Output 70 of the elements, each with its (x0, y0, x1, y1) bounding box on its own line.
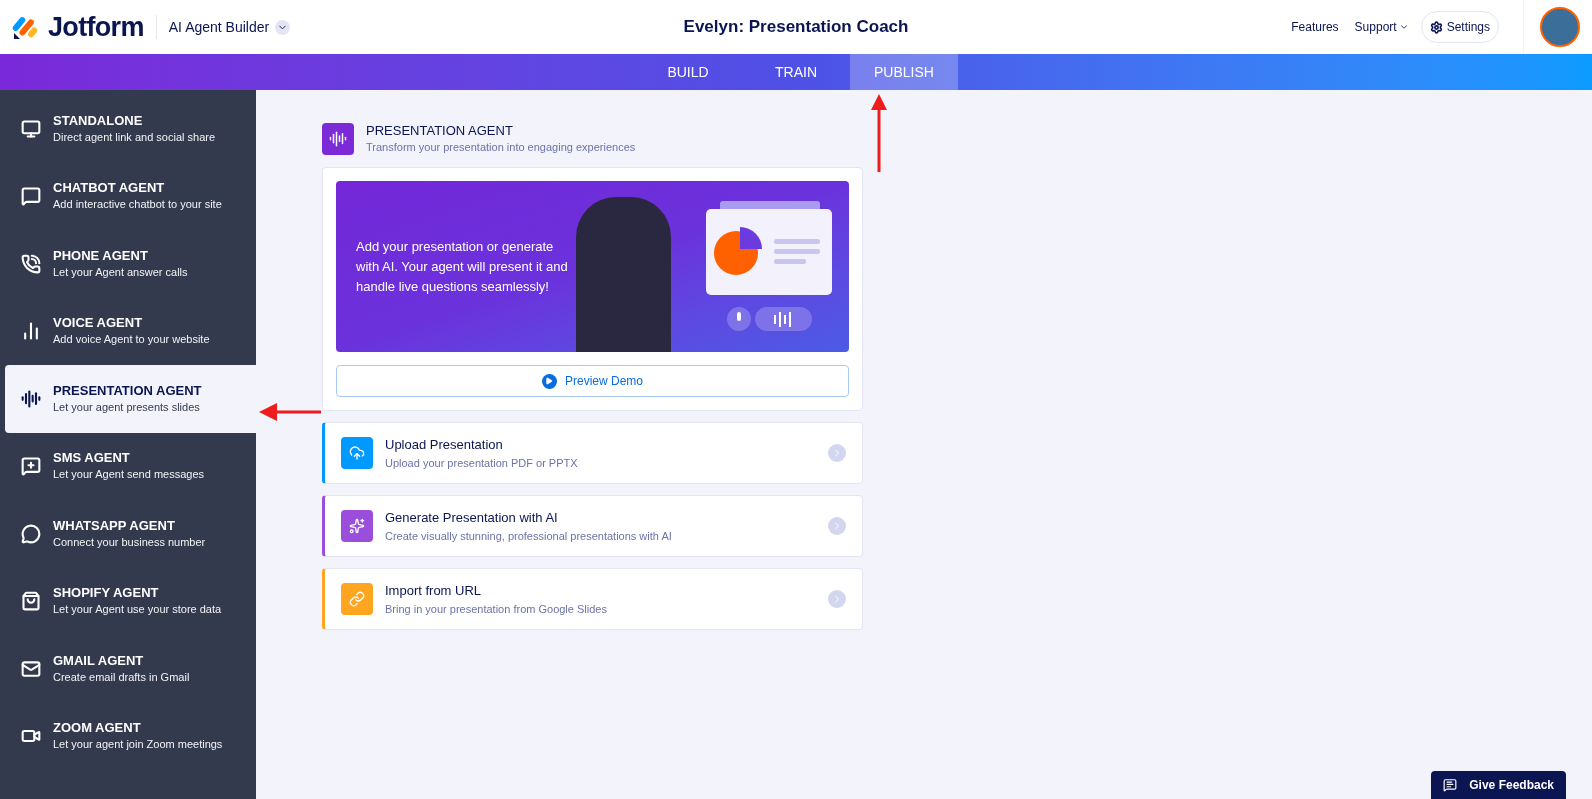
item-title: STANDALONE (53, 112, 144, 129)
audio-wave-icon (21, 388, 41, 409)
item-subtitle: Let your Agent use your store data (53, 602, 222, 618)
section-subtitle: Transform your presentation into engaging experiences (366, 140, 636, 155)
item-subtitle: Let your agent presents slides (53, 399, 201, 415)
chevron-icon (275, 19, 291, 35)
chevron-right-icon (828, 444, 846, 462)
sidebar-item[interactable]: PRESENTATION AGENT Let your agent presents slides (5, 365, 256, 433)
feedback-icon (1443, 778, 1458, 792)
nav-link[interactable]: Features (1291, 18, 1339, 36)
item-subtitle: Create email drafts in Gmail (53, 669, 190, 685)
option-subtitle: Create visually stunning, professional presentations with AI (385, 529, 673, 544)
option-card[interactable]: Import from URL Bring in your presentation from Google Slides (322, 568, 863, 630)
option-title: Generate Presentation with AI (385, 509, 559, 527)
item-title: SMS AGENT (53, 450, 131, 467)
item-title: SHOPIFY AGENT (53, 585, 160, 602)
sidebar-item[interactable]: CHATBOT AGENT Add interactive chatbot to your site (5, 162, 256, 230)
item-title: ZOOM AGENT (53, 720, 142, 737)
item-subtitle: Let your Agent answer calls (53, 264, 188, 280)
option-subtitle: Upload your presentation PDF or PPTX (385, 456, 579, 471)
item-subtitle: Let your Agent send messages (53, 467, 205, 483)
item-title: PRESENTATION AGENT (53, 382, 202, 399)
banner-text: Add your presentation or generate with AI. Your agent will present it and handle live questions seamlessly! (356, 237, 569, 296)
sidebar-item[interactable]: GMAIL AGENT Create email drafts in Gmail (5, 635, 256, 703)
option-card[interactable]: Upload Presentation Upload your presentation PDF or PPTX (322, 422, 863, 484)
sidebar-item[interactable]: SHOPIFY AGENT Let your Agent use your store data (5, 567, 256, 635)
sidebar-item[interactable]: VOICE AGENT Add voice Agent to your website (5, 297, 256, 365)
section-title: PRESENTATION AGENT (366, 123, 514, 139)
annotation-arrow (259, 403, 321, 421)
nav-tab[interactable]: TRAIN (742, 54, 850, 90)
chevron-icon (1398, 22, 1409, 32)
support-menu[interactable]: Support (1354, 18, 1409, 36)
bar-chart-icon (21, 321, 41, 342)
chevron-right-icon (828, 590, 846, 608)
item-title: GMAIL AGENT (53, 652, 145, 669)
item-subtitle: Add interactive chatbot to your site (53, 197, 222, 213)
preview-demo-button[interactable]: Preview Demo (336, 365, 849, 397)
item-subtitle: Connect your business number (53, 534, 206, 550)
sidebar-item[interactable]: WHATSAPP AGENT Connect your business number (5, 500, 256, 568)
section-icon (322, 123, 354, 155)
item-title: VOICE AGENT (53, 315, 144, 332)
chevron-right-icon (828, 517, 846, 535)
sidebar-item[interactable]: PHONE AGENT Let your Agent answer calls (5, 230, 256, 298)
option-title: Upload Presentation (385, 436, 504, 454)
item-subtitle: Let your agent join Zoom meetings (53, 737, 223, 753)
shopping-bag-icon (21, 591, 41, 612)
feedback-button[interactable]: Give Feedback (1431, 771, 1566, 799)
agent-title: Evelyn: Presentation Coach (683, 16, 909, 39)
option-title: Import from URL (385, 582, 483, 600)
sidebar-item[interactable]: SMS AGENT Let your Agent send messages (5, 432, 256, 500)
settings-icon (1429, 20, 1443, 34)
nav-tab[interactable]: BUILD (634, 54, 742, 90)
monitor-icon (21, 118, 41, 139)
option-subtitle: Bring in your presentation from Google Slides (385, 602, 608, 617)
chat-bubble-icon (21, 186, 41, 207)
phone-icon (21, 253, 41, 274)
item-title: PHONE AGENT (53, 247, 149, 264)
item-title: WHATSAPP AGENT (53, 517, 176, 534)
product-switcher[interactable]: AI Agent Builder (168, 16, 291, 38)
sidebar-item[interactable]: STANDALONE Direct agent link and social share (5, 95, 256, 163)
item-title: CHATBOT AGENT (53, 180, 166, 197)
avatar[interactable] (1540, 7, 1580, 47)
play-icon (542, 373, 557, 389)
message-plus-icon (21, 456, 41, 477)
option-card[interactable]: Generate Presentation with AI Create visually stunning, professional presentations with AI (322, 495, 863, 557)
item-subtitle: Add voice Agent to your website (53, 332, 210, 348)
mail-icon (21, 658, 41, 679)
brand-name[interactable]: Jotform (48, 6, 144, 48)
sidebar-item[interactable]: ZOOM AGENT Let your agent join Zoom meetings (5, 702, 256, 770)
item-subtitle: Direct agent link and social share (53, 129, 216, 145)
